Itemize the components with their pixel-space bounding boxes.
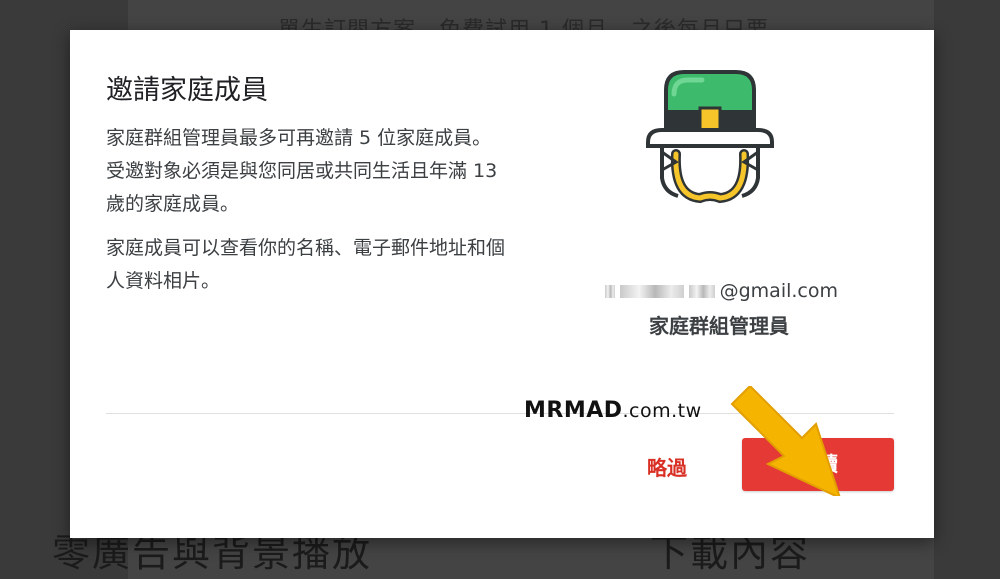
admin-email: @gmail.com: [586, 280, 838, 302]
skip-button[interactable]: 略過: [630, 450, 704, 486]
dialog-description: 家庭群組管理員最多可再邀請 5 位家庭成員。受邀對象必須是與您同居或共同生活且年…: [106, 127, 498, 215]
invite-family-dialog: 邀請家庭成員 家庭群組管理員最多可再邀請 5 位家庭成員。受邀對象必須是與您同居…: [70, 30, 934, 538]
watermark-domain: .com.tw: [622, 400, 702, 422]
admin-email-domain: @gmail.com: [719, 280, 838, 302]
dialog-title: 邀請家庭成員: [106, 75, 268, 106]
redacted-email-mask: [604, 285, 615, 298]
watermark: MRMAD.com.tw: [524, 398, 702, 423]
watermark-brand: MRMAD: [524, 398, 623, 423]
dialog-privacy-note: 家庭成員可以查看你的名稱、電子郵件地址和個人資料相片。: [106, 237, 506, 292]
leprechaun-avatar-icon: [646, 70, 774, 204]
continue-button[interactable]: 繼續: [742, 438, 894, 491]
redacted-email-mask: [619, 285, 684, 298]
dialog-divider: [106, 413, 894, 414]
admin-role-label: 家庭群組管理員: [649, 314, 789, 338]
redacted-email-mask: [688, 285, 715, 298]
